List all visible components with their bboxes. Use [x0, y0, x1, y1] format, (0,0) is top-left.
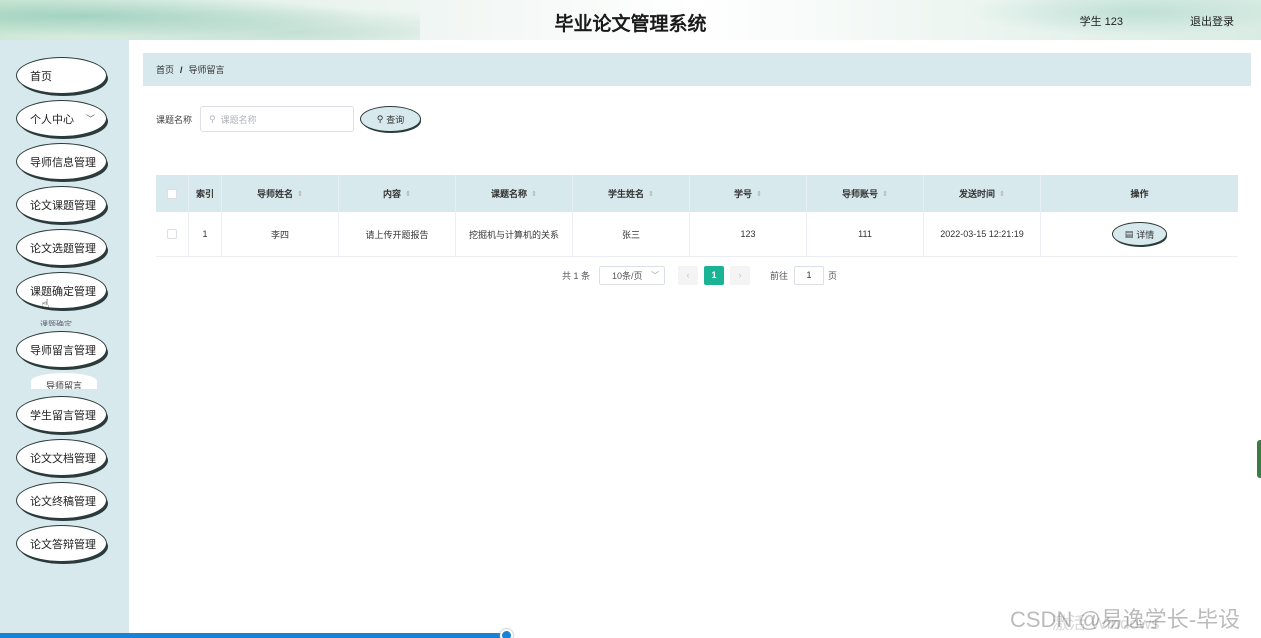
- column-header-content[interactable]: 内容 ⇕: [339, 175, 456, 212]
- search-icon: ⚲: [209, 113, 216, 124]
- cell-index: 1: [189, 212, 222, 256]
- select-all-checkbox[interactable]: [167, 188, 177, 199]
- column-header-sent-time[interactable]: 发送时间 ⇕: [924, 175, 1041, 212]
- search-placeholder: 课题名称: [220, 114, 257, 125]
- sidebar-item-label: 论文文档管理: [30, 452, 96, 465]
- side-edge-tab[interactable]: [1257, 440, 1261, 478]
- goto-label: 前往: [770, 270, 789, 281]
- submenu-item-teacher-message[interactable]: 导师留言: [31, 373, 97, 389]
- sidebar-item-personal-center[interactable]: 个人中心 ﹀: [17, 101, 106, 136]
- breadcrumb-separator: /: [180, 64, 183, 75]
- sidebar-item-label: 课题确定管理: [30, 285, 96, 298]
- sort-icon[interactable]: ⇕: [531, 190, 537, 198]
- message-table: 索引 导师姓名 ⇕ 内容 ⇕ 课题名称 ⇕ 学生姓名 ⇕ 学号 ⇕ 导师账号 ⇕ 发送时间 ⇕…: [156, 175, 1238, 257]
- top-header: 毕业论文管理系统 学生 123 退出登录: [0, 0, 1261, 40]
- sidebar-item-label: 论文终稿管理: [30, 495, 96, 508]
- page-unit-label: 页: [828, 270, 838, 281]
- prev-page-button[interactable]: ‹: [678, 265, 699, 285]
- document-icon: ▤: [1124, 228, 1134, 239]
- sidebar-item-label: 论文答辩管理: [30, 538, 96, 551]
- sidebar-item-final-draft[interactable]: 论文终稿管理: [17, 483, 106, 518]
- pagination-total: 共 1 条: [562, 270, 591, 281]
- table-header: 索引 导师姓名 ⇕ 内容 ⇕ 课题名称 ⇕ 学生姓名 ⇕ 学号 ⇕ 导师账号 ⇕ 发送时间 ⇕…: [156, 175, 1238, 212]
- column-header-student-id[interactable]: 学号 ⇕: [690, 175, 807, 212]
- detail-button-label: 详情: [1136, 229, 1155, 240]
- breadcrumb-home[interactable]: 首页: [156, 63, 174, 76]
- select-all-checkbox-cell[interactable]: [156, 175, 189, 212]
- sidebar-item-teacher-message[interactable]: 导师留言管理: [17, 332, 106, 367]
- submenu-peek-above: 课题确定: [40, 320, 72, 326]
- sidebar-item-label: 导师信息管理: [30, 156, 96, 169]
- search-label: 课题名称: [156, 115, 193, 125]
- breadcrumb: 首页 / 导师留言: [143, 53, 1251, 86]
- query-button-label: 查询: [386, 114, 405, 125]
- sidebar-item-label: 导师留言管理: [30, 344, 96, 357]
- sort-icon[interactable]: ⇕: [999, 190, 1005, 198]
- sidebar-item-label: 个人中心: [30, 113, 74, 126]
- row-checkbox-cell[interactable]: [156, 212, 189, 256]
- sidebar-item-label: 论文选题管理: [30, 242, 96, 255]
- cell-student-id: 123: [690, 212, 807, 256]
- sidebar-item-defense[interactable]: 论文答辩管理: [17, 526, 106, 561]
- csdn-watermark: CSDN @易逸学长-毕设: [1010, 607, 1241, 632]
- query-button[interactable]: ⚲ 查询: [361, 107, 420, 131]
- sidebar-item-teacher-info[interactable]: 导师信息管理: [17, 144, 106, 179]
- chevron-left-icon: ‹: [686, 270, 690, 280]
- sidebar-item-label: 学生留言管理: [30, 409, 96, 422]
- scrollbar-thumb[interactable]: [500, 629, 513, 638]
- logout-link[interactable]: 退出登录: [1190, 13, 1234, 29]
- sidebar-item-topic-confirm[interactable]: 课题确定管理: [17, 273, 106, 308]
- cell-topic: 挖掘机与计算机的关系: [456, 212, 573, 256]
- cell-sent-time: 2022-03-15 12:21:19: [924, 212, 1041, 256]
- chevron-down-icon: ﹀: [651, 270, 660, 280]
- sort-icon[interactable]: ⇕: [882, 190, 888, 198]
- app-title: 毕业论文管理系统: [554, 14, 707, 35]
- chevron-right-icon: ›: [738, 270, 742, 280]
- column-header-index: 索引: [189, 175, 222, 212]
- table-row: 1 李四 请上传开题报告 挖掘机与计算机的关系 张三 123 111 2022-…: [156, 212, 1238, 257]
- page-size-select[interactable]: 10条/页 ﹀: [599, 265, 666, 285]
- cell-content: 请上传开题报告: [339, 212, 456, 256]
- sort-icon[interactable]: ⇕: [756, 190, 762, 198]
- search-icon: ⚲: [376, 113, 384, 124]
- row-checkbox[interactable]: [167, 229, 177, 239]
- cell-teacher-name: 李四: [222, 212, 339, 256]
- cell-student-name: 张三: [573, 212, 690, 256]
- search-input[interactable]: ⚲ 课题名称: [200, 106, 354, 132]
- sidebar-item-topic-selection[interactable]: 论文选题管理: [17, 230, 106, 265]
- hand-cursor-icon: ☝: [41, 296, 50, 312]
- sidebar-item-thesis-topic[interactable]: 论文课题管理: [17, 187, 106, 222]
- pagination: 共 1 条 10条/页 ﹀ ‹ 1 › 前往 1 页: [562, 265, 837, 285]
- column-header-teacher-account[interactable]: 导师账号 ⇕: [807, 175, 924, 212]
- sort-icon[interactable]: ⇕: [297, 190, 303, 198]
- sidebar-item-thesis-document[interactable]: 论文文档管理: [17, 440, 106, 475]
- sidebar-item-label: 论文课题管理: [30, 199, 96, 212]
- column-header-topic[interactable]: 课题名称 ⇕: [456, 175, 573, 212]
- cell-teacher-account: 111: [807, 212, 924, 256]
- current-user: 学生 123: [1079, 16, 1123, 28]
- column-header-teacher-name[interactable]: 导师姓名 ⇕: [222, 175, 339, 212]
- next-page-button[interactable]: ›: [730, 265, 751, 285]
- column-header-action: 操作: [1130, 189, 1149, 199]
- cell-action: ▤ 详情: [1041, 212, 1238, 256]
- page-size-value: 10条/页: [612, 270, 643, 281]
- goto-page-input[interactable]: 1: [794, 265, 825, 285]
- sort-icon[interactable]: ⇕: [648, 190, 654, 198]
- horizontal-scrollbar[interactable]: [0, 633, 507, 638]
- sort-icon[interactable]: ⇕: [405, 190, 411, 198]
- detail-button[interactable]: ▤ 详情: [1113, 223, 1166, 245]
- sidebar-item-student-message[interactable]: 学生留言管理: [17, 397, 106, 432]
- chevron-down-icon: ﹀: [85, 114, 95, 124]
- sidebar-item-label: 首页: [30, 70, 52, 83]
- page-number-current[interactable]: 1: [704, 265, 725, 285]
- breadcrumb-current: 导师留言: [188, 65, 225, 75]
- column-header-student-name[interactable]: 学生姓名 ⇕: [573, 175, 690, 212]
- sidebar-item-home[interactable]: 首页: [17, 58, 106, 93]
